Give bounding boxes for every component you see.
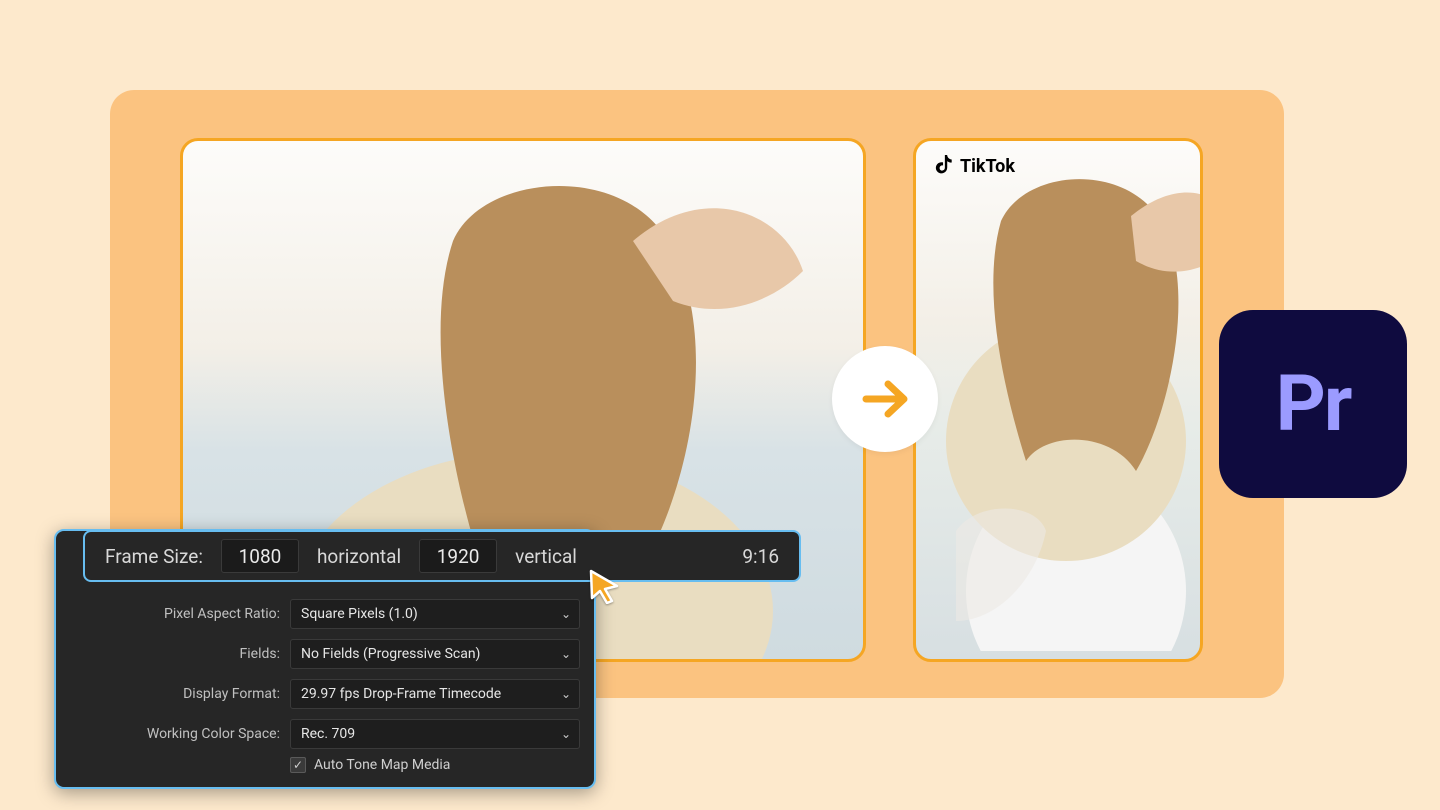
display-format-value: 29.97 fps Drop-Frame Timecode [301, 686, 501, 702]
color-space-value: Rec. 709 [301, 726, 355, 742]
vertical-label: vertical [515, 545, 577, 568]
figure-portrait [913, 161, 1203, 651]
color-space-row: Working Color Space: Rec. 709 ⌄ [56, 719, 594, 749]
auto-tone-label: Auto Tone Map Media [314, 757, 450, 773]
chevron-down-icon: ⌄ [561, 647, 571, 661]
display-format-select[interactable]: 29.97 fps Drop-Frame Timecode ⌄ [290, 679, 580, 709]
auto-tone-row: ✓ Auto Tone Map Media [290, 757, 450, 773]
pixel-aspect-label: Pixel Aspect Ratio: [56, 606, 280, 622]
premiere-pro-badge: Pr [1219, 310, 1407, 498]
horizontal-label: horizontal [317, 545, 401, 568]
fields-row: Fields: No Fields (Progressive Scan) ⌄ [56, 639, 594, 669]
pixel-aspect-value: Square Pixels (1.0) [301, 606, 418, 622]
frame-size-label: Frame Size: [105, 545, 203, 568]
color-space-label: Working Color Space: [56, 726, 280, 742]
chevron-down-icon: ⌄ [561, 687, 571, 701]
output-portrait-frame: TikTok [913, 138, 1203, 662]
conversion-arrow [832, 346, 938, 452]
display-format-row: Display Format: 29.97 fps Drop-Frame Tim… [56, 679, 594, 709]
premiere-pro-label: Pr [1276, 359, 1351, 450]
aspect-ratio-display: 9:16 [742, 545, 779, 568]
color-space-select[interactable]: Rec. 709 ⌄ [290, 719, 580, 749]
frame-size-row: Frame Size: horizontal vertical 9:16 [83, 530, 801, 582]
chevron-down-icon: ⌄ [561, 607, 571, 621]
pixel-aspect-select[interactable]: Square Pixels (1.0) ⌄ [290, 599, 580, 629]
display-format-label: Display Format: [56, 686, 280, 702]
fields-value: No Fields (Progressive Scan) [301, 646, 480, 662]
fields-label: Fields: [56, 646, 280, 662]
chevron-down-icon: ⌄ [561, 727, 571, 741]
pixel-aspect-row: Pixel Aspect Ratio: Square Pixels (1.0) … [56, 599, 594, 629]
auto-tone-checkbox[interactable]: ✓ [290, 757, 306, 773]
arrow-right-icon [858, 372, 912, 426]
fields-select[interactable]: No Fields (Progressive Scan) ⌄ [290, 639, 580, 669]
frame-width-input[interactable] [221, 539, 299, 573]
frame-height-input[interactable] [419, 539, 497, 573]
sequence-settings-panel: Frame Size: horizontal vertical 9:16 Pix… [54, 529, 596, 789]
